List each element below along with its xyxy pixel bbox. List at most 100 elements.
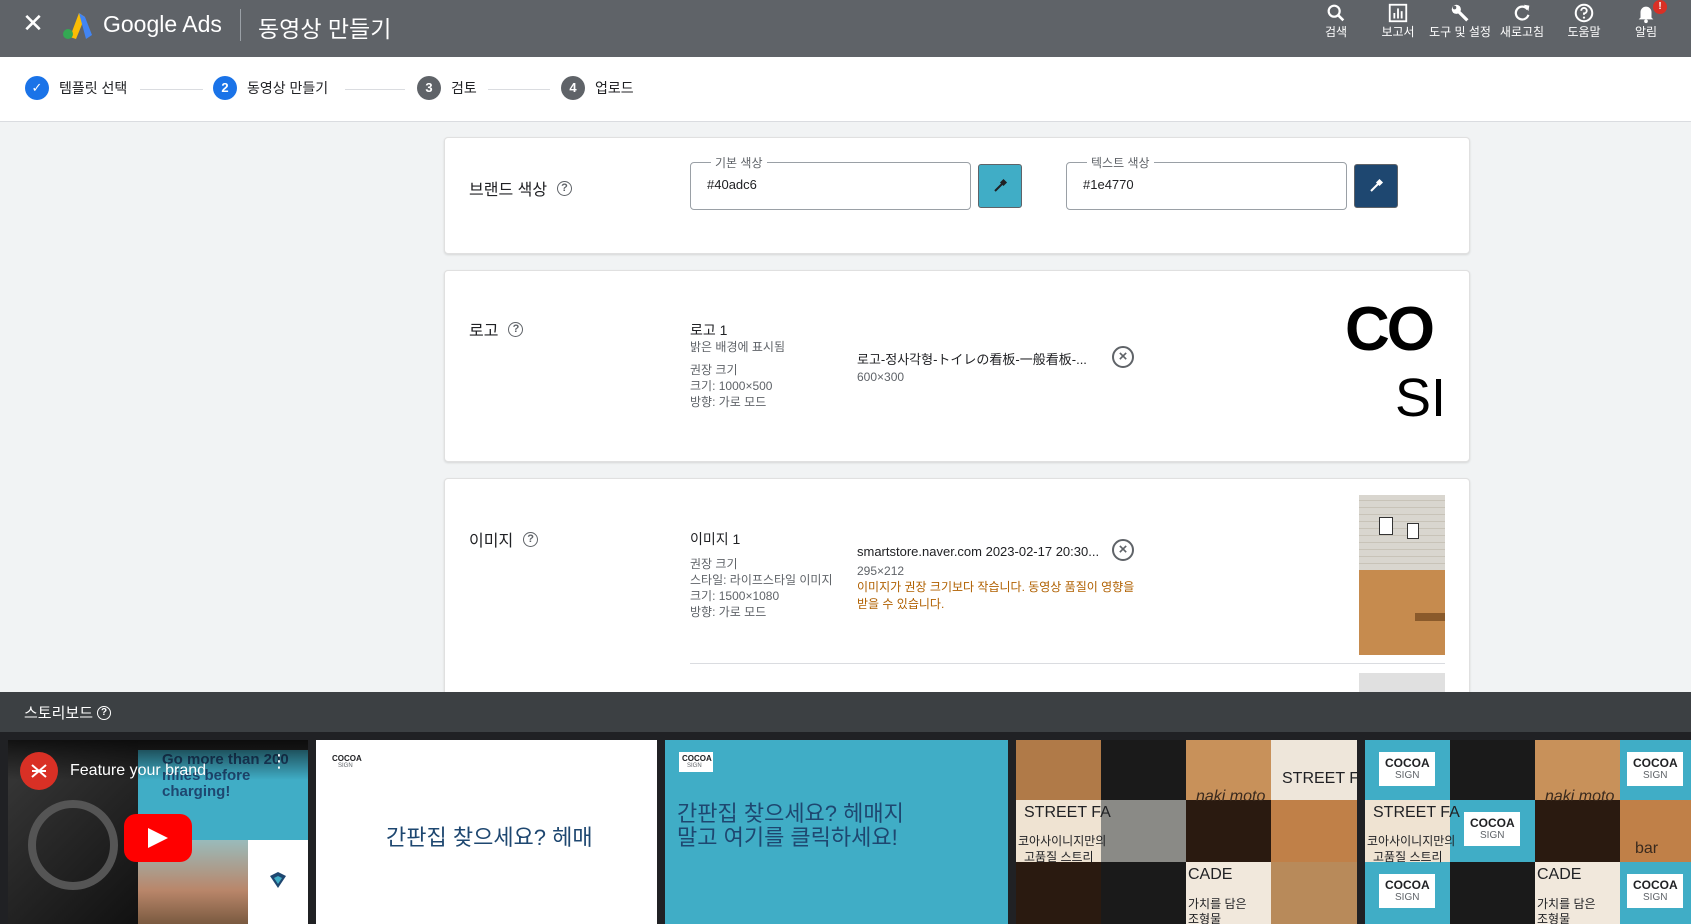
logo-card: 로고 ? 로고 1 밝은 배경에 표시됨 권장 크기 크기: 1000×500 … bbox=[444, 270, 1470, 462]
brand-color-title: 브랜드 색상 bbox=[469, 182, 548, 199]
cocoa-logo-box: COCOA SIGN bbox=[1627, 874, 1683, 908]
video-title: Feature your brand bbox=[70, 762, 207, 779]
help-icon[interactable]: ? bbox=[557, 180, 573, 196]
help-icon[interactable]: ? bbox=[508, 321, 524, 337]
primary-color-field[interactable]: 기본 색상 bbox=[690, 154, 971, 210]
tools-settings-label: 도구 및 설정 bbox=[1429, 25, 1491, 39]
collage-text: naki moto bbox=[1196, 788, 1266, 805]
collage-text: CADE bbox=[1537, 866, 1582, 883]
storyboard-title: 스토리보드 bbox=[24, 705, 94, 722]
refresh-label: 새로고침 bbox=[1499, 25, 1545, 39]
asset-divider bbox=[690, 663, 1445, 664]
image-heading: 이미지 ? bbox=[469, 527, 539, 551]
step-upload[interactable]: 4 업로드 bbox=[561, 76, 634, 100]
help-icon[interactable]: ? bbox=[523, 531, 539, 547]
text-color-input[interactable] bbox=[1083, 177, 1323, 192]
storyboard-frame-video[interactable]: Go more than 200 miles before charging! … bbox=[8, 740, 308, 924]
primary-color-label: 기본 색상 bbox=[711, 154, 767, 171]
collage-text: 코아사이니지만의 bbox=[1367, 834, 1456, 848]
cocoa-logo-text: COCOA bbox=[1385, 756, 1430, 770]
image-asset-title: 이미지 1 bbox=[690, 531, 741, 547]
toolbar: 검색 보고서 도구 및 설정 새로고침 도움말 ! 알림 bbox=[1305, 0, 1677, 57]
sign-logo-text: SIGN bbox=[1480, 830, 1505, 841]
sign-logo-text: SIGN bbox=[1643, 770, 1668, 781]
channel-avatar bbox=[20, 752, 58, 790]
logo-title: 로고 bbox=[469, 323, 499, 340]
tools-settings-button[interactable]: 도구 및 설정 bbox=[1429, 0, 1491, 57]
image-rec-orientation: 방향: 가로 모드 bbox=[690, 605, 767, 619]
storyboard-heading: 스토리보드 ? bbox=[24, 702, 112, 723]
logo-preview-text: SI bbox=[1395, 368, 1447, 428]
collage-text: CADE bbox=[1188, 866, 1233, 883]
step-number: 4 bbox=[561, 76, 585, 100]
logo-file-name: 로고-정사각형-トイレの看板-一般看板-... bbox=[857, 352, 1087, 367]
refresh-button[interactable]: 새로고침 bbox=[1491, 0, 1553, 57]
eyedropper-icon bbox=[1370, 178, 1384, 192]
logo-file-dimensions: 600×300 bbox=[857, 370, 905, 384]
play-button[interactable] bbox=[124, 814, 192, 862]
image-rec-title: 권장 크기 bbox=[690, 557, 738, 571]
page-title: 동영상 만들기 bbox=[258, 16, 392, 42]
help-label: 도움말 bbox=[1567, 25, 1601, 39]
primary-color-input[interactable] bbox=[707, 177, 947, 192]
text-color-picker-button[interactable] bbox=[1354, 164, 1398, 208]
collage-text: 고품질 스트리 bbox=[1373, 850, 1443, 864]
notification-badge: ! bbox=[1653, 0, 1667, 14]
step-review[interactable]: 3 검토 bbox=[417, 76, 477, 100]
image-title: 이미지 bbox=[469, 533, 514, 550]
collage-text: 코아사이니지만의 bbox=[1018, 834, 1107, 848]
cocoa-logo-box: COCOA SIGN bbox=[1627, 752, 1683, 786]
notifications-button[interactable]: ! 알림 bbox=[1615, 0, 1677, 57]
logo-preview: CO SI bbox=[1345, 289, 1455, 429]
storyboard-frame-5[interactable]: COCOA SIGN COCOA SIGN COCOA SIGN COCOA S… bbox=[1365, 740, 1691, 924]
top-bar: ✕ Google Ads 동영상 만들기 검색 보고서 도구 및 설정 새로고침… bbox=[0, 0, 1691, 57]
remove-image-button[interactable]: × bbox=[1112, 539, 1134, 561]
logo-asset-title: 로고 1 bbox=[690, 322, 728, 338]
storyboard-frame-2[interactable]: COCOA SIGN 간판집 찾으세요? 헤매 bbox=[316, 740, 657, 924]
logo-rec-title: 권장 크기 bbox=[690, 363, 738, 377]
help-icon[interactable]: ? bbox=[97, 705, 112, 720]
search-label: 검색 bbox=[1324, 25, 1348, 39]
image-file-dimensions: 295×212 bbox=[857, 564, 905, 578]
frame-headline: 간판집 찾으세요? 헤매 bbox=[386, 825, 593, 850]
step-label: 검토 bbox=[451, 80, 477, 96]
close-icon[interactable]: ✕ bbox=[22, 10, 44, 36]
sign-logo-text: SIGN bbox=[687, 763, 702, 769]
step-number: 2 bbox=[213, 76, 237, 100]
image-size-warning: 이미지가 권장 크기보다 작습니다. 동영상 품질이 영향을 받을 수 있습니다… bbox=[857, 580, 1135, 611]
help-button[interactable]: 도움말 bbox=[1553, 0, 1615, 57]
collage-text: STREET FA bbox=[1024, 804, 1111, 821]
step-label: 템플릿 선택 bbox=[59, 80, 128, 96]
brand-color-card: 브랜드 색상 ? 기본 색상 텍스트 색상 bbox=[444, 137, 1470, 254]
remove-logo-button[interactable]: × bbox=[1112, 346, 1134, 368]
storyboard-frame-4[interactable]: STREET FA STREET FA 코아사이니지만의 고품질 스트리 CAD… bbox=[1016, 740, 1357, 924]
step-template-select[interactable]: ✓ 템플릿 선택 bbox=[25, 76, 127, 100]
cocoa-logo-text: COCOA bbox=[682, 754, 712, 763]
image-card: 이미지 ? 이미지 1 권장 크기 스타일: 라이프스타일 이미지 크기: 15… bbox=[444, 478, 1470, 708]
text-color-label: 텍스트 색상 bbox=[1087, 154, 1154, 171]
cocoa-logo-text: COCOA bbox=[1633, 756, 1678, 770]
eyedropper-icon bbox=[994, 178, 1008, 192]
step-create-video[interactable]: 2 동영상 만들기 bbox=[213, 76, 328, 100]
collage-text: STREET FA bbox=[1282, 770, 1357, 787]
check-icon: ✓ bbox=[25, 76, 49, 100]
storyboard-frame-3[interactable]: COCOA SIGN 간판집 찾으세요? 헤매지말고 여기를 클릭하세요! bbox=[665, 740, 1008, 924]
frame-headline: 간판집 찾으세요? 헤매지말고 여기를 클릭하세요! bbox=[677, 801, 904, 850]
step-label: 업로드 bbox=[595, 80, 634, 96]
notifications-label: 알림 bbox=[1634, 25, 1658, 39]
brand-name: Google Ads bbox=[103, 11, 222, 37]
reports-icon bbox=[1388, 3, 1408, 23]
reports-label: 보고서 bbox=[1381, 25, 1415, 39]
text-color-field[interactable]: 텍스트 색상 bbox=[1066, 154, 1347, 210]
search-button[interactable]: 검색 bbox=[1305, 0, 1367, 57]
collage-text: 조형물 bbox=[1537, 912, 1571, 924]
logo-preview-text: CO bbox=[1345, 295, 1435, 364]
logo-rec-orientation: 방향: 가로 모드 bbox=[690, 395, 767, 409]
cocoa-logo-box: COCOA SIGN bbox=[1379, 752, 1435, 786]
reports-button[interactable]: 보고서 bbox=[1367, 0, 1429, 57]
more-vert-icon[interactable]: ⋮ bbox=[270, 752, 288, 770]
director-chair-icon bbox=[31, 764, 47, 778]
collage-text: bar bbox=[1635, 840, 1659, 857]
sign-logo-text: SIGN bbox=[1395, 770, 1420, 781]
primary-color-picker-button[interactable] bbox=[978, 164, 1022, 208]
